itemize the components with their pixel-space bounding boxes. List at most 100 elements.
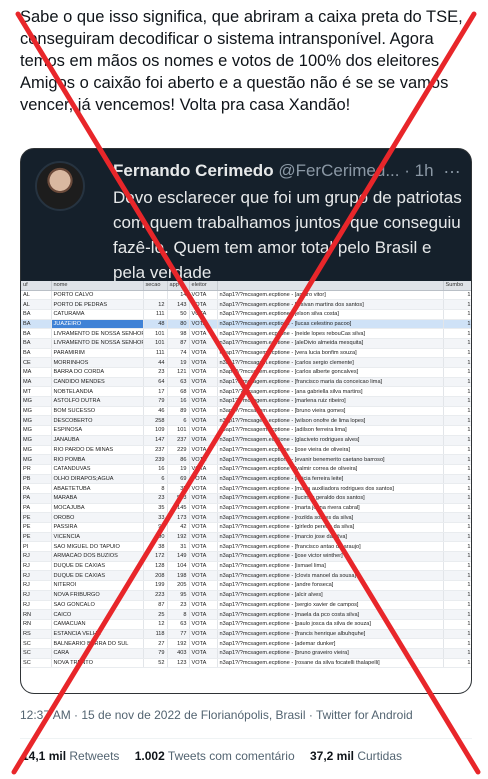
table-cell: n3ap1?/?mcsagem.ecptione - [sergio xavie… bbox=[217, 600, 444, 611]
table-cell: 89 bbox=[167, 406, 190, 417]
table-cell: PA bbox=[21, 503, 52, 514]
table-cell: 104 bbox=[167, 561, 190, 572]
table-cell: 1 bbox=[443, 570, 471, 582]
avatar[interactable] bbox=[35, 161, 85, 211]
table-cell: PA bbox=[21, 483, 52, 494]
tweet-timestamp[interactable]: 12:37 AM · 15 de nov de 2022 de Florianó… bbox=[20, 708, 413, 722]
table-cell: 79 bbox=[143, 396, 168, 407]
table-cell: 118 bbox=[143, 629, 168, 640]
table-cell: 1 bbox=[443, 377, 471, 388]
table-cell: 16 bbox=[167, 396, 190, 407]
table-cell: VOTA bbox=[189, 319, 218, 330]
likes-stat[interactable]: 37,2 mil Curtidas bbox=[310, 749, 402, 763]
table-cell: VOTA bbox=[189, 609, 218, 620]
table-cell: 1 bbox=[443, 464, 471, 475]
table-cell: RJ bbox=[21, 561, 52, 572]
table-cell: MG bbox=[21, 415, 52, 427]
table-cell: 101 bbox=[143, 338, 168, 349]
table-cell: 1 bbox=[443, 338, 471, 349]
quotes-stat[interactable]: 1.002 Tweets com comentário bbox=[135, 749, 295, 763]
table-cell: OLHO DIRAPOS;AGUA bbox=[51, 474, 144, 485]
table-cell: 128 bbox=[143, 561, 168, 572]
table-cell: 1 bbox=[443, 619, 471, 630]
table-cell: n3ap1?/?mcsagem.ecptione - [vera lucia b… bbox=[217, 348, 444, 359]
table-cell: 74 bbox=[167, 348, 190, 359]
table-cell: 1 bbox=[443, 445, 471, 456]
table-cell: 143 bbox=[167, 299, 190, 310]
table-cell: 503 bbox=[167, 493, 190, 504]
table-cell: 1 bbox=[443, 522, 471, 533]
table-cell: 91 bbox=[143, 522, 168, 533]
table-cell: VOTA bbox=[189, 522, 218, 533]
retweets-stat[interactable]: 14,1 mil Retweets bbox=[22, 749, 119, 763]
quoted-tweet-time[interactable]: 1h bbox=[415, 161, 434, 180]
table-cell: n3ap1?/?mcsagem.ecptione - [clovis manoe… bbox=[217, 570, 444, 582]
table-cell: 1 bbox=[443, 328, 471, 339]
table-cell: 16 bbox=[143, 464, 168, 475]
table-cell: n3ap1?/?mcsagem.ecptione - [rosane da si… bbox=[217, 658, 444, 669]
column-header: Sumbo bbox=[443, 281, 471, 291]
table-cell: RN bbox=[21, 619, 52, 630]
ellipsis-icon[interactable]: … bbox=[443, 157, 461, 178]
table-cell: 199 bbox=[143, 580, 168, 591]
table-cell: DESCOBERTO bbox=[51, 415, 144, 427]
table-cell: BA bbox=[21, 338, 52, 349]
table-cell: VOTA bbox=[189, 590, 218, 601]
table-cell: VOTA bbox=[189, 561, 218, 572]
table-row: AL PORTO CALVO 14 VOTA n3ap1?/?mcsagem.ecpti… bbox=[21, 290, 471, 301]
table-cell: JANAUBA bbox=[51, 435, 144, 446]
table-cell: 1 bbox=[443, 512, 471, 523]
quoted-tweet-text: Devo esclarecer que foi um grupo de patr… bbox=[113, 188, 462, 282]
table-cell: 6 bbox=[143, 474, 168, 485]
table-row: MA CANDIDO MENDES 64 63 VOTA n3ap1?/?mcsagem.… bbox=[21, 377, 471, 388]
table-cell: NITEROI bbox=[51, 580, 144, 591]
table-cell: 68 bbox=[167, 386, 190, 398]
table-cell: 145 bbox=[167, 503, 190, 514]
table-cell: n3ap1?/?mcsagem.ecptione - [glaciveto ro… bbox=[217, 435, 444, 446]
table-cell: n3ap1?/?mcsagem.ecptione - [valmir corre… bbox=[217, 464, 444, 475]
table-cell: VOTA bbox=[189, 386, 218, 398]
table-cell: VOTA bbox=[189, 415, 218, 427]
table-cell: PASSIRA bbox=[51, 522, 144, 533]
table-cell: VOTA bbox=[189, 483, 218, 494]
table-cell: 1 bbox=[443, 658, 471, 669]
quoted-author-name[interactable]: Fernando Cerimedo bbox=[113, 161, 274, 180]
table-row: RJ DUQUE DE CAXIAS 208 198 VOTA n3ap1?/?mcsag… bbox=[21, 570, 471, 582]
table-cell: MA bbox=[21, 377, 52, 388]
table-cell: 1 bbox=[443, 386, 471, 398]
column-header bbox=[217, 281, 444, 291]
table-cell: PR bbox=[21, 464, 52, 475]
tweet-text: Sabe o que isso significa, que abriram a… bbox=[20, 8, 463, 114]
table-cell: BOM SUCESSO bbox=[51, 406, 144, 417]
column-header: uf bbox=[21, 281, 52, 291]
table-cell: VOTA bbox=[189, 580, 218, 591]
table-cell: VOTA bbox=[189, 638, 218, 649]
table-cell: VOTA bbox=[189, 532, 218, 543]
table-header-row: uf nome secao app eleitor Sumbo bbox=[21, 281, 471, 291]
table-row: RJ SAO GONCALO 87 23 VOTA n3ap1?/?mcsagem.ecp… bbox=[21, 600, 471, 611]
quoted-author-handle[interactable]: @FerCerimed... bbox=[278, 161, 399, 180]
table-cell: 19 bbox=[167, 464, 190, 475]
quoted-tweet-card[interactable]: Fernando Cerimedo @FerCerimed... · 1h … … bbox=[20, 148, 472, 694]
table-cell: n3ap1?/?mcsagem.ecptione - [ana gabriell… bbox=[217, 386, 444, 398]
table-cell: VOTA bbox=[189, 348, 218, 359]
table-cell: LIVRAMENTO DE NOSSA SENHORA bbox=[51, 338, 144, 349]
table-cell: PE bbox=[21, 522, 52, 533]
table-cell: 1 bbox=[443, 425, 471, 436]
table-row: PB OLHO DIRAPOS;AGUA 6 69 VOTA n3ap1?/?mcsage… bbox=[21, 474, 471, 485]
table-cell: PORTO CALVO bbox=[51, 290, 144, 301]
table-cell: ARMACAO DOS BUZIOS bbox=[51, 551, 144, 562]
header-separator: · bbox=[404, 161, 410, 180]
table-cell: VOTA bbox=[189, 503, 218, 514]
table-row: SC BALNEARIO BARRA DO SUL 27 192 VOTA n3ap1?/… bbox=[21, 638, 471, 649]
table-row: MG RIO PARDO DE MINAS 237 229 VOTA n3ap1?/?mc… bbox=[21, 445, 471, 456]
table-cell: 63 bbox=[167, 377, 190, 388]
table-cell: CE bbox=[21, 357, 52, 368]
table-cell: n3ap1?/?mcsagem.ecptione - [aleDivio alm… bbox=[217, 338, 444, 349]
table-row: RN CAMACUAN 12 63 VOTA n3ap1?/?mcsagem.ecptio… bbox=[21, 619, 471, 630]
table-cell: 1 bbox=[443, 532, 471, 543]
table-cell: 1 bbox=[443, 541, 471, 553]
divider bbox=[20, 738, 472, 739]
table-cell: BA bbox=[21, 309, 52, 320]
table-cell: 237 bbox=[143, 445, 168, 456]
